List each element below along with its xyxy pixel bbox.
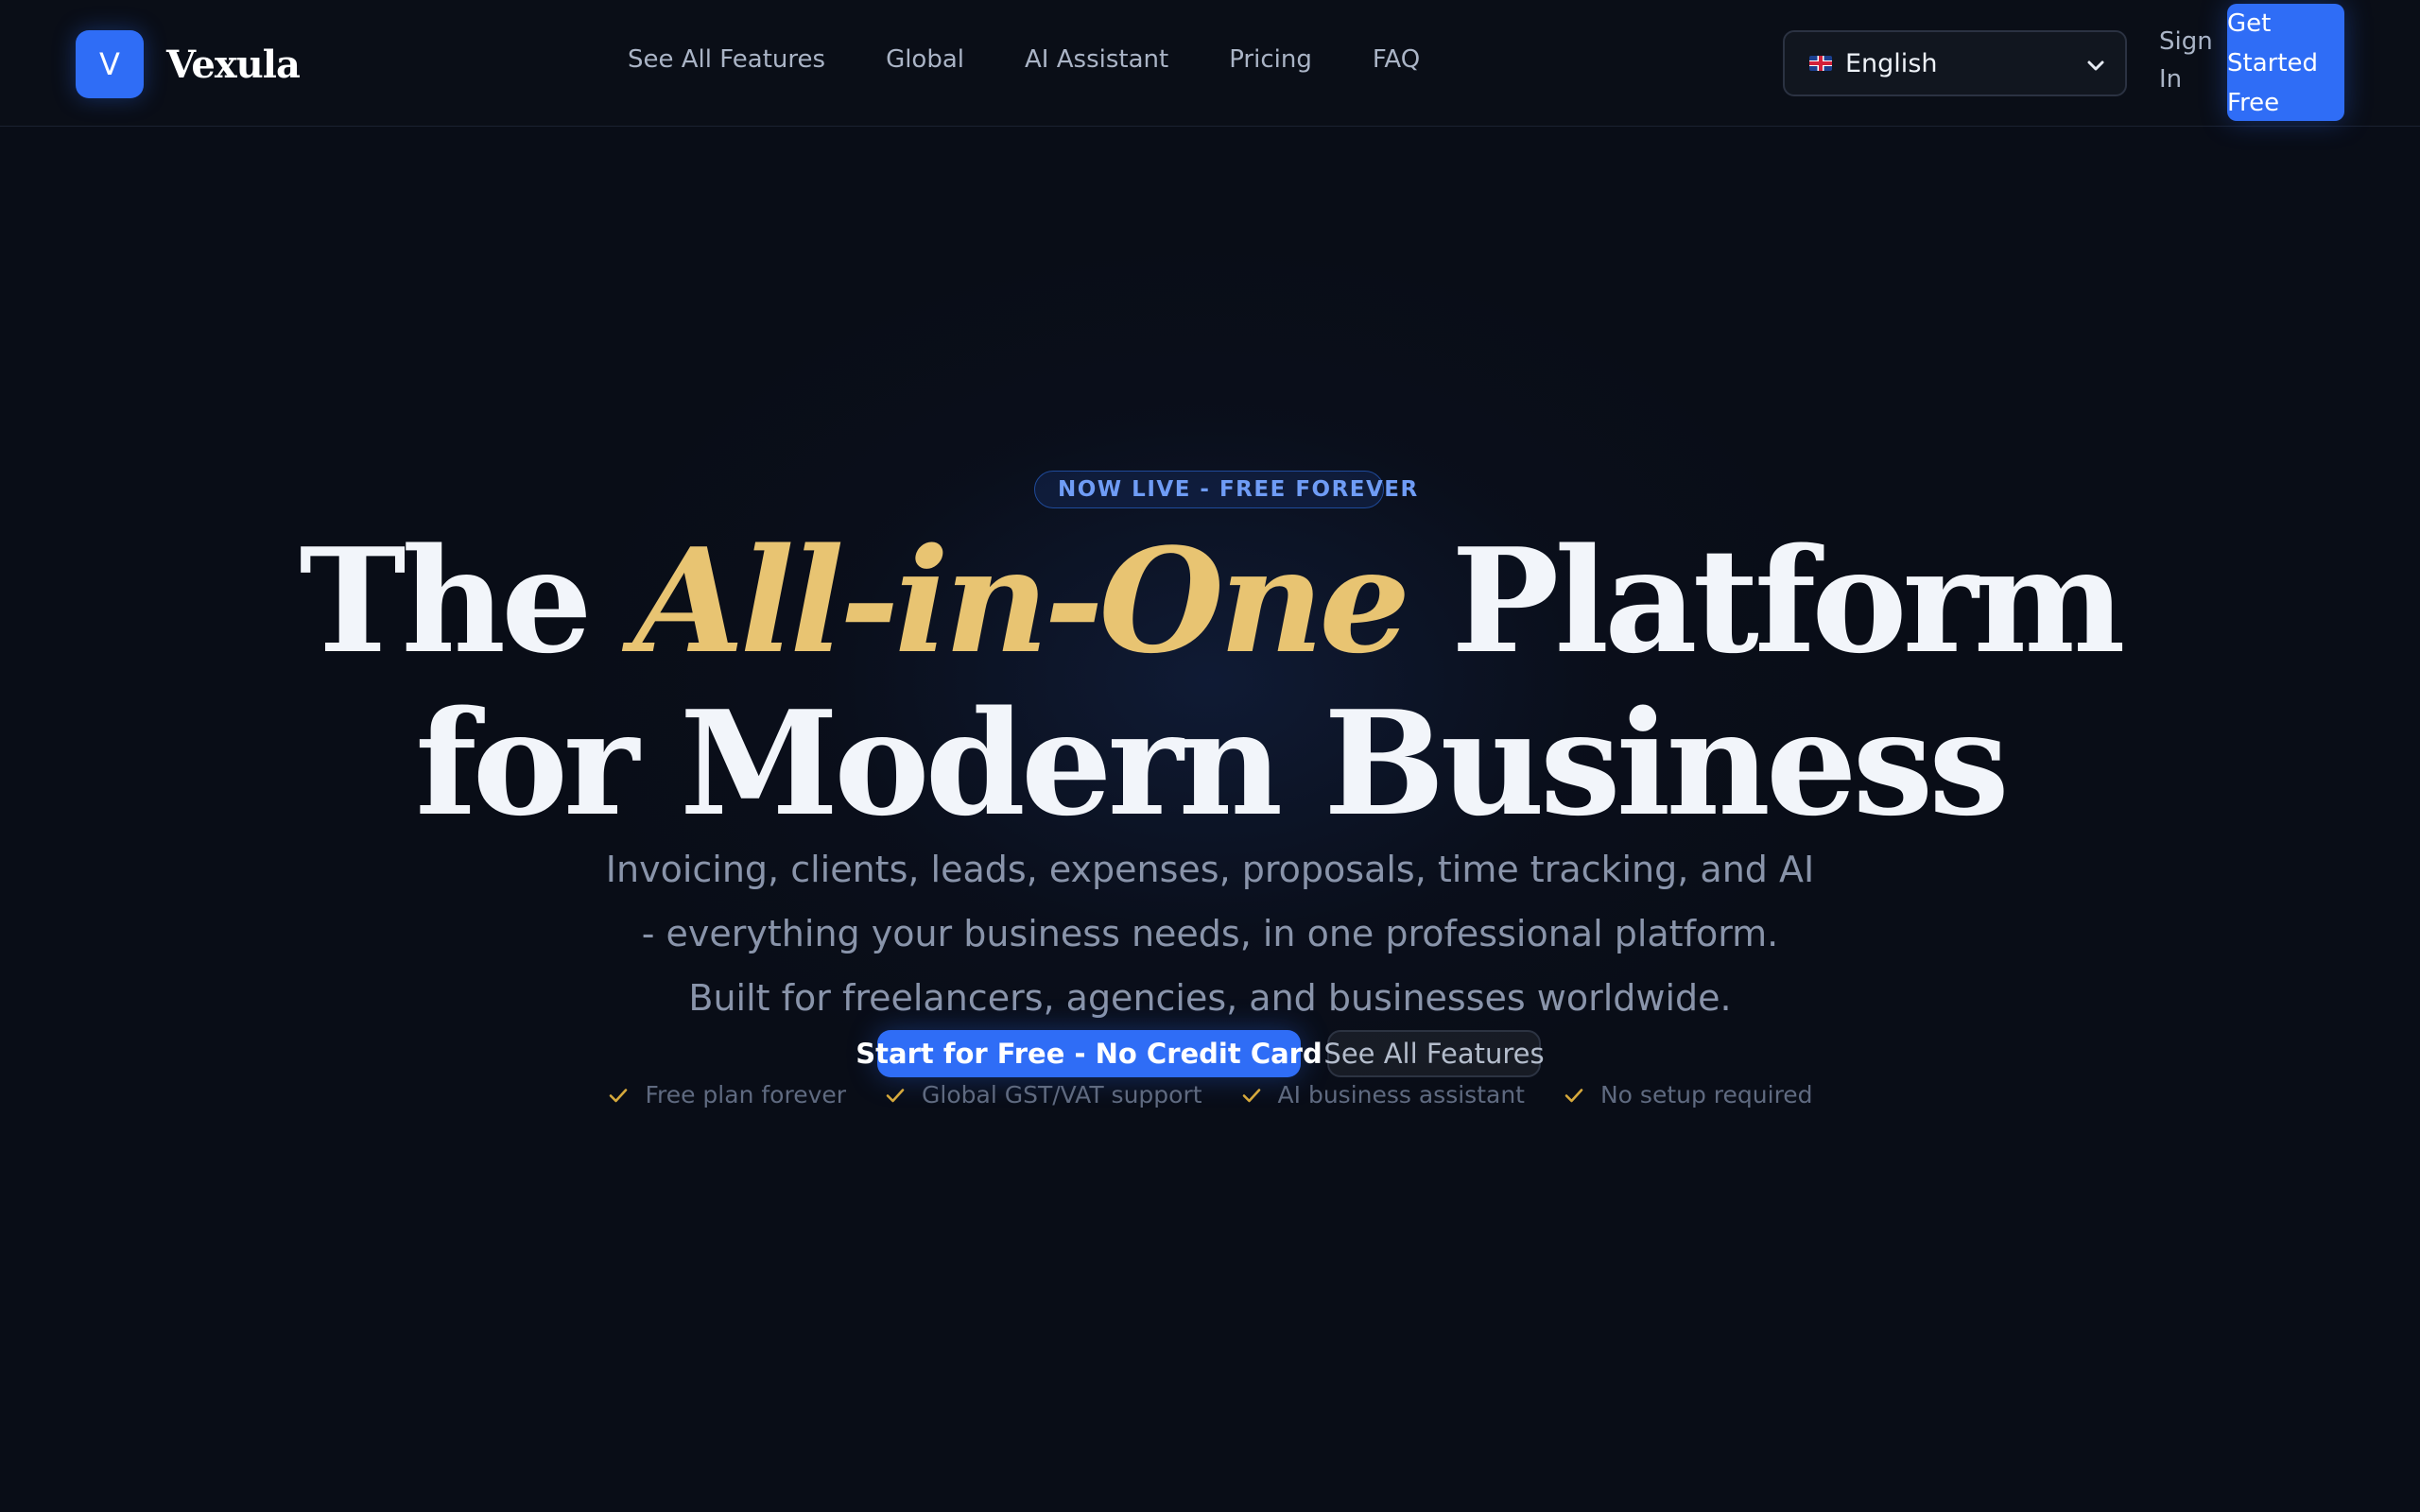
nav-link-features[interactable]: See All Features: [628, 45, 825, 74]
nav-link-ai-assistant[interactable]: AI Assistant: [1025, 45, 1168, 74]
language-selected-value: English: [1845, 48, 1938, 78]
status-badge: NOW LIVE - FREE FOREVER: [1034, 471, 1417, 508]
see-features-button[interactable]: See All Features: [1323, 1030, 1545, 1077]
logo-letter: V: [99, 46, 120, 82]
uk-flag-icon: [1809, 56, 1832, 71]
feature-item: Global GST/VAT support: [884, 1081, 1202, 1108]
start-free-button[interactable]: Start for Free - No Credit Card: [856, 1030, 1322, 1077]
nav-link-faq[interactable]: FAQ: [1373, 45, 1420, 74]
main-nav: See All Features Global AI Assistant Pri…: [628, 45, 1480, 74]
feature-checklist: Free plan forever Global GST/VAT support…: [0, 1081, 2420, 1108]
check-icon: [1564, 1088, 1583, 1102]
feature-item: Free plan forever: [607, 1081, 846, 1108]
sign-in-link[interactable]: Sign In: [2159, 23, 2216, 98]
brand-name: Vexula: [166, 42, 301, 87]
feature-label: No setup required: [1599, 1081, 1813, 1108]
headline-line-2: for Modern Business: [415, 679, 2010, 848]
headline-prefix: The: [299, 516, 633, 685]
brand[interactable]: V Vexula: [76, 30, 301, 98]
feature-label: Global GST/VAT support: [922, 1081, 1202, 1108]
feature-item: AI business assistant: [1240, 1081, 1525, 1108]
feature-label: AI business assistant: [1277, 1081, 1525, 1108]
nav-link-global[interactable]: Global: [886, 45, 964, 74]
headline-suffix: Platform: [1406, 516, 2125, 685]
logo-mark: V: [76, 30, 144, 98]
headline-accent: All-in-One: [632, 516, 1410, 685]
top-navigation-bar: V Vexula See All Features Global AI Assi…: [0, 0, 2420, 127]
badge-text: NOW LIVE - FREE FOREVER: [1058, 477, 1419, 502]
feature-item: No setup required: [1563, 1081, 1813, 1108]
check-icon: [1242, 1088, 1260, 1102]
hero-headline: The All-in-One Platform for Modern Busin…: [0, 520, 2420, 845]
chevron-down-icon: [2087, 60, 2104, 71]
feature-label: Free plan forever: [645, 1081, 847, 1108]
get-started-button[interactable]: Get Started Free: [2227, 4, 2344, 121]
check-icon: [886, 1088, 905, 1102]
nav-link-pricing[interactable]: Pricing: [1229, 45, 1312, 74]
check-icon: [610, 1088, 628, 1102]
language-select[interactable]: English: [1783, 30, 2127, 96]
hero-subtitle: Invoicing, clients, leads, expenses, pro…: [605, 849, 1815, 1019]
